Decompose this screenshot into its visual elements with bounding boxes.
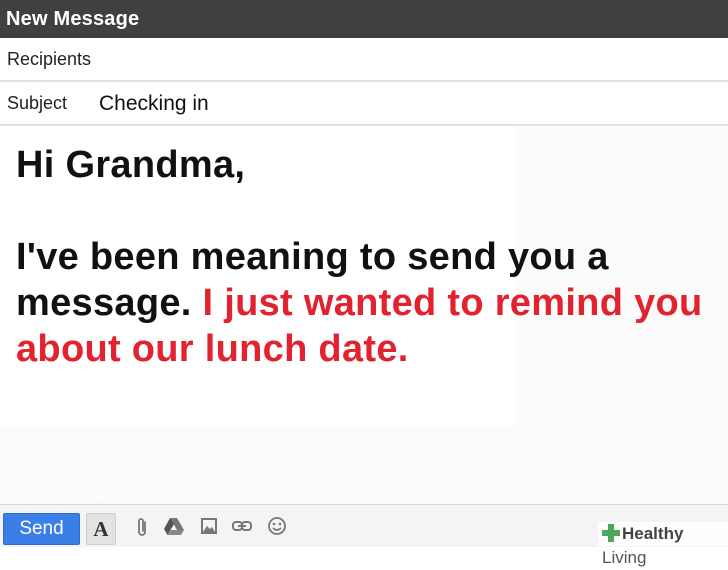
recipients-field[interactable]: Recipients (0, 38, 728, 82)
watermark-logo: Healthy Living (598, 522, 728, 567)
link-icon[interactable] (229, 515, 255, 541)
greeting-text: Hi Grandma, (16, 144, 246, 186)
compose-title-bar: New Message (0, 0, 728, 38)
medical-cross-icon (602, 524, 620, 542)
subject-field[interactable]: Subject Checking in (0, 82, 728, 126)
message-body[interactable]: Hi Grandma, I've been meaning to send yo… (0, 126, 728, 504)
message-text[interactable]: Hi Grandma, I've been meaning to send yo… (16, 142, 716, 372)
drive-icon[interactable] (161, 515, 187, 541)
subject-label: Subject (7, 93, 68, 113)
subject-input[interactable]: Checking in (99, 92, 209, 116)
window-title: New Message (6, 8, 140, 30)
attach-icon[interactable] (129, 515, 155, 541)
emoji-icon[interactable] (264, 515, 290, 541)
send-button[interactable]: Send (3, 513, 80, 545)
recipients-label: Recipients (7, 49, 92, 69)
formatting-icon[interactable]: A (86, 513, 116, 545)
watermark-word-2: Living (602, 548, 647, 567)
watermark-word-1: Healthy (622, 524, 684, 543)
photo-icon[interactable] (196, 515, 222, 541)
